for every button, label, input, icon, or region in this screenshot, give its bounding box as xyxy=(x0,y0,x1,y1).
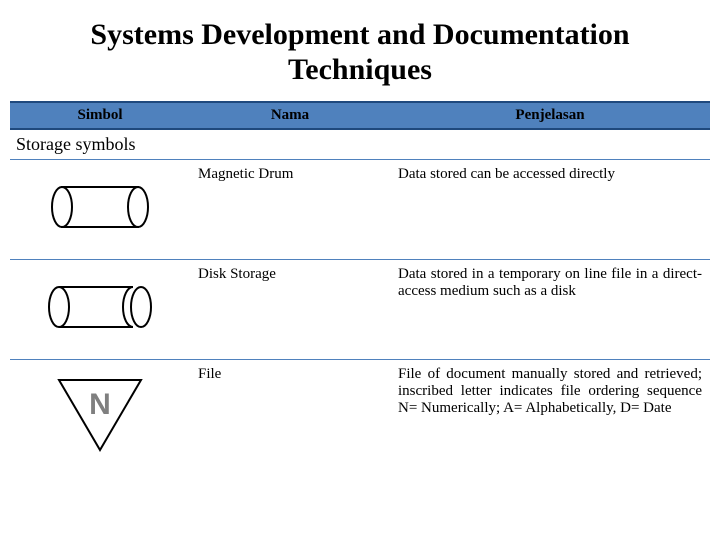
file-letter: N xyxy=(55,388,145,422)
symbol-table: Simbol Nama Penjelasan Storage symbols M… xyxy=(10,101,710,473)
desc-cell: Data stored in a temporary on line file … xyxy=(390,260,710,360)
section-label: Storage symbols xyxy=(10,129,710,160)
desc-cell: File of document manually stored and ret… xyxy=(390,360,710,474)
name-cell: Disk Storage xyxy=(190,260,390,360)
col-header-penjelasan: Penjelasan xyxy=(390,102,710,129)
file-icon: N xyxy=(55,374,145,454)
name-cell: File xyxy=(190,360,390,474)
symbol-cell: N xyxy=(10,360,190,474)
desc-cell: Data stored can be accessed directly xyxy=(390,160,710,260)
disk-storage-icon xyxy=(45,275,155,339)
table-header-row: Simbol Nama Penjelasan xyxy=(10,102,710,129)
section-row: Storage symbols xyxy=(10,129,710,160)
page-title: Systems Development and Documentation Te… xyxy=(0,0,720,101)
table-row: Magnetic Drum Data stored can be accesse… xyxy=(10,160,710,260)
col-header-nama: Nama xyxy=(190,102,390,129)
col-header-simbol: Simbol xyxy=(10,102,190,129)
name-cell: Magnetic Drum xyxy=(190,160,390,260)
table-row: N File File of document manually stored … xyxy=(10,360,710,474)
magnetic-drum-icon xyxy=(50,175,150,239)
table-row: Disk Storage Data stored in a temporary … xyxy=(10,260,710,360)
symbol-cell xyxy=(10,260,190,360)
symbol-cell xyxy=(10,160,190,260)
